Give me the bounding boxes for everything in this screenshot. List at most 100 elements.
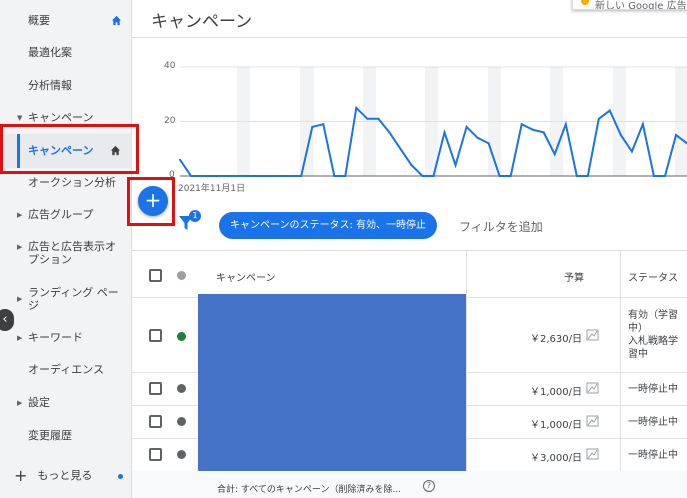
sidebar-item-landing-pages[interactable]: ▶ ランディング ページ xyxy=(0,286,132,314)
caret-right-icon: ▶ xyxy=(17,399,23,407)
show-more-button[interactable]: + もっと見る xyxy=(14,466,92,485)
data-point xyxy=(278,175,281,177)
data-point xyxy=(300,175,303,177)
status-dot-paused xyxy=(177,450,186,459)
select-all-checkbox[interactable] xyxy=(149,269,162,282)
data-point xyxy=(355,106,358,109)
bulb-icon xyxy=(581,0,589,5)
data-point xyxy=(630,150,633,153)
status-cell: 一時停止中 xyxy=(628,450,678,461)
chart-svg xyxy=(179,66,687,177)
status-line: 中） xyxy=(628,323,648,334)
table-footer xyxy=(132,471,687,498)
sidebar-item-label: 変更履歴 xyxy=(28,429,72,442)
caret-down-icon: ▼ xyxy=(17,114,23,122)
status-filter-chip[interactable]: キャンペーンのステータス: 有効、一時停止 xyxy=(219,212,438,239)
data-point xyxy=(564,123,567,126)
sidebar-item-recommendations[interactable]: 最適化案 xyxy=(0,46,132,60)
status-cell: 有効（学習 中） 入札戦略学 習中 xyxy=(628,309,678,361)
data-point xyxy=(443,131,446,134)
help-icon[interactable]: ? xyxy=(423,480,435,492)
chart-icon[interactable] xyxy=(586,382,599,394)
home-icon xyxy=(111,15,122,26)
highlight-box-campaigns xyxy=(0,124,139,174)
highlight-box-add-button xyxy=(127,177,175,226)
status-line: 習中 xyxy=(628,349,648,360)
data-point xyxy=(675,134,677,137)
data-point xyxy=(432,175,435,177)
row-checkbox[interactable] xyxy=(149,448,162,461)
sidebar-item-insights[interactable]: 分析情報 xyxy=(0,79,132,93)
budget-value: ￥1,000/日 xyxy=(530,387,582,398)
page: 概要 最適化案 分析情報 ▼ キャンペーン キャンペーン オークション分析 ▶ … xyxy=(0,0,687,498)
chart-icon[interactable] xyxy=(586,448,599,460)
data-point xyxy=(377,117,380,120)
page-title: キャンペーン xyxy=(151,12,253,32)
data-point xyxy=(498,175,501,177)
status-cell: 一時停止中 xyxy=(628,417,678,428)
sidebar-group-campaigns[interactable]: ▼ キャンペーン xyxy=(0,111,132,125)
sidebar-item-label: キャンペーン xyxy=(28,111,94,124)
data-point xyxy=(586,175,589,177)
sidebar-item-label: 設定 xyxy=(28,396,50,409)
sidebar-item-label: 分析情報 xyxy=(28,79,72,92)
data-point xyxy=(201,175,203,177)
data-point xyxy=(366,117,369,120)
chevron-left-icon: ‹ xyxy=(2,312,8,327)
status-line: 入札戦略学 xyxy=(628,336,678,347)
data-point xyxy=(322,123,325,126)
data-point xyxy=(399,147,402,150)
sidebar-item-ad-groups[interactable]: ▶ 広告グループ xyxy=(0,208,132,222)
data-point xyxy=(608,109,611,112)
data-point xyxy=(531,128,534,131)
column-divider xyxy=(620,251,621,498)
chart-icon[interactable] xyxy=(586,415,599,427)
column-header-campaign[interactable]: キャンペーン xyxy=(216,269,276,284)
status-dot-enabled xyxy=(177,332,186,341)
caret-right-icon: ▶ xyxy=(17,211,23,219)
data-point xyxy=(487,142,490,145)
notification-toast[interactable]: 新しい Google 広告 xyxy=(572,0,687,10)
sidebar-item-ads-extensions[interactable]: ▶ 広告と広告表示オプション xyxy=(0,240,132,268)
add-filter-link[interactable]: フィルタを追加 xyxy=(459,218,543,235)
sidebar-item-audiences[interactable]: オーディエンス xyxy=(0,363,132,377)
status-header-dot xyxy=(177,271,186,280)
data-point xyxy=(245,175,248,177)
total-row-label: 合計: すべてのキャンペーン（削除済みを除... xyxy=(217,485,402,495)
show-more-label: もっと見る xyxy=(37,469,93,482)
status-cell: 一時停止中 xyxy=(628,384,678,395)
sidebar-item-label: 最適化案 xyxy=(28,46,72,59)
data-point xyxy=(619,134,622,137)
sidebar-item-label: 広告グループ xyxy=(28,208,94,221)
sidebar-item-overview[interactable]: 概要 xyxy=(0,14,132,28)
data-point xyxy=(333,175,336,177)
data-point xyxy=(223,175,226,177)
row-checkbox[interactable] xyxy=(149,329,162,342)
sidebar-item-change-history[interactable]: 変更履歴 xyxy=(0,429,132,443)
row-checkbox[interactable] xyxy=(149,415,162,428)
data-point xyxy=(311,125,314,128)
column-header-status[interactable]: ステータス xyxy=(628,269,678,284)
budget-value: ￥3,000/日 xyxy=(530,453,582,464)
sidebar-item-label: 概要 xyxy=(28,14,50,27)
sidebar-item-label: ランディング ページ xyxy=(28,286,119,312)
caret-right-icon: ▶ xyxy=(17,243,23,251)
sidebar-item-auction-insights[interactable]: オークション分析 xyxy=(0,176,132,190)
data-point xyxy=(454,164,457,167)
sidebar-item-keywords[interactable]: ▶ キーワード xyxy=(0,331,132,345)
chart-icon[interactable] xyxy=(586,329,599,341)
column-header-budget[interactable]: 予算 xyxy=(564,269,584,284)
caret-right-icon: ▶ xyxy=(17,295,23,303)
column-divider xyxy=(466,251,467,498)
sidebar-item-settings[interactable]: ▶ 設定 xyxy=(0,396,132,410)
collapse-sidebar-button[interactable]: ‹ xyxy=(0,309,14,331)
status-line: 有効（学習 xyxy=(628,310,678,321)
data-point xyxy=(410,164,413,167)
data-point xyxy=(641,123,644,126)
data-point xyxy=(652,175,655,177)
performance-chart: 40 20 0 2021年11月1日 xyxy=(132,38,687,198)
sidebar: 概要 最適化案 分析情報 ▼ キャンペーン キャンペーン オークション分析 ▶ … xyxy=(0,0,132,498)
redacted-campaign-names xyxy=(198,294,466,471)
row-checkbox[interactable] xyxy=(149,382,162,395)
plus-icon: + xyxy=(14,466,28,485)
